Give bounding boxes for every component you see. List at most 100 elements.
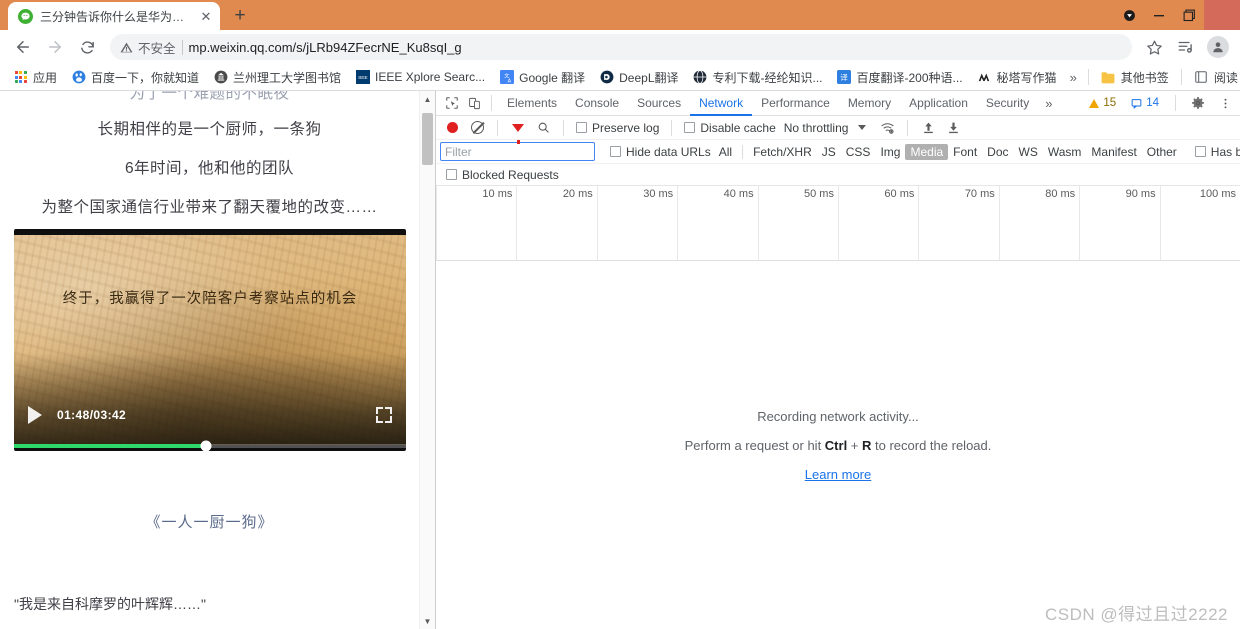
bookmark-apps[interactable]: 应用 bbox=[6, 66, 64, 89]
back-icon[interactable] bbox=[8, 32, 38, 62]
bookmark-metaso[interactable]: 秘塔写作猫 bbox=[970, 66, 1064, 89]
messages-count: 14 bbox=[1146, 97, 1159, 109]
blocked-requests-checkbox[interactable]: Blocked Requests bbox=[443, 168, 562, 182]
bookmark-label: 百度一下，你就知道 bbox=[91, 70, 200, 85]
ruler-tick: 90 ms bbox=[1079, 186, 1159, 260]
more-vertical-icon[interactable] bbox=[1214, 92, 1236, 114]
ruler-tick: 70 ms bbox=[918, 186, 998, 260]
reload-hint-pre: Perform a request or hit bbox=[684, 437, 825, 453]
web-page-content: 为了一个难题的不眠夜 长期相伴的是一个厨师，一条狗 6年时间，他和他的团队 为整… bbox=[0, 91, 419, 629]
tab-network[interactable]: Network bbox=[690, 91, 752, 116]
filter-type-ws[interactable]: WS bbox=[1014, 144, 1043, 160]
inspect-element-icon[interactable] bbox=[441, 92, 463, 114]
bookmark-google-translate[interactable]: 文A Google 翻译 bbox=[492, 66, 592, 89]
filter-type-font[interactable]: Font bbox=[948, 144, 982, 160]
disable-cache-checkbox[interactable]: Disable cache bbox=[681, 121, 778, 135]
scrollbar-thumb[interactable] bbox=[422, 113, 433, 165]
bookmark-star-icon[interactable] bbox=[1140, 33, 1168, 61]
filter-divider bbox=[742, 144, 744, 159]
browser-tab[interactable]: 三分钟告诉你什么是华为精神 ✕ bbox=[8, 2, 220, 30]
tab-application[interactable]: Application bbox=[900, 91, 977, 116]
video-progress-bar[interactable] bbox=[14, 440, 406, 451]
page-text-line-3: 为整个国家通信行业带来了翻天覆地的改变…… bbox=[41, 199, 378, 216]
bookmark-deepl[interactable]: DeepL翻译 bbox=[592, 66, 685, 89]
video-player[interactable]: 终于，我赢得了一次陪客户考察站点的机会 01:48/03:42 bbox=[14, 229, 406, 451]
gear-icon[interactable] bbox=[1187, 92, 1209, 114]
filter-type-media[interactable]: Media bbox=[905, 143, 949, 160]
record-icon[interactable] bbox=[441, 117, 463, 139]
reload-icon[interactable] bbox=[72, 32, 102, 62]
bookmarks-overflow-button[interactable]: » bbox=[1064, 67, 1083, 88]
fullscreen-icon[interactable] bbox=[376, 407, 392, 423]
filter-type-all[interactable]: All bbox=[714, 144, 737, 160]
scroll-down-arrow[interactable]: ▼ bbox=[420, 613, 435, 629]
has-blocked-cookies-checkbox[interactable]: Has blocked cooki bbox=[1192, 145, 1240, 159]
ruler-tick-label: 80 ms bbox=[1045, 188, 1076, 200]
throttling-select[interactable]: No throttling bbox=[782, 121, 849, 135]
bookmark-ieee[interactable]: IEEE IEEE Xplore Searc... bbox=[348, 67, 492, 88]
bookmark-library[interactable]: 兰州理工大学图书馆 bbox=[206, 66, 348, 89]
bookmark-label: 阅读 bbox=[1213, 70, 1238, 85]
filter-type-img[interactable]: Img bbox=[875, 144, 905, 160]
filter-type-css[interactable]: CSS bbox=[841, 144, 876, 160]
address-bar[interactable]: 不安全 mp.weixin.qq.com/s/jLRb94ZFecrNE_Ku8… bbox=[110, 34, 1132, 60]
media-list-icon[interactable] bbox=[1172, 33, 1200, 61]
reload-hint-post: to record the reload. bbox=[871, 437, 992, 453]
bookmark-label: 兰州理工大学图书馆 bbox=[233, 70, 342, 85]
profile-avatar[interactable] bbox=[1204, 33, 1232, 61]
filter-type-other[interactable]: Other bbox=[1142, 144, 1182, 160]
filter-input[interactable] bbox=[440, 142, 595, 161]
security-warning[interactable]: 不安全 bbox=[120, 38, 176, 57]
warnings-badge[interactable]: 15 bbox=[1084, 96, 1121, 110]
filter-type-doc[interactable]: Doc bbox=[982, 144, 1013, 160]
content-area: 为了一个难题的不眠夜 长期相伴的是一个厨师，一条狗 6年时间，他和他的团队 为整… bbox=[0, 91, 1240, 629]
chevron-down-icon[interactable] bbox=[851, 117, 873, 139]
filter-type-wasm[interactable]: Wasm bbox=[1043, 144, 1087, 160]
import-har-icon[interactable] bbox=[917, 117, 939, 139]
tab-sources[interactable]: Sources bbox=[628, 91, 690, 116]
export-har-icon[interactable] bbox=[942, 117, 964, 139]
bookmark-baidu-translate[interactable]: 译 百度翻译-200种语... bbox=[830, 66, 970, 89]
minimize-button[interactable] bbox=[1144, 0, 1174, 30]
maximize-button[interactable] bbox=[1174, 0, 1204, 30]
search-icon[interactable] bbox=[532, 117, 554, 139]
scroll-up-arrow[interactable]: ▲ bbox=[420, 91, 435, 107]
badge-icon[interactable] bbox=[1114, 0, 1144, 30]
browser-window: 三分钟告诉你什么是华为精神 ✕ + 不安全 mp.weixin.qq.com/s… bbox=[0, 0, 1240, 629]
play-icon[interactable] bbox=[28, 406, 42, 424]
page-scrollbar[interactable]: ▲ ▼ bbox=[419, 91, 435, 629]
close-icon[interactable]: ✕ bbox=[198, 8, 214, 24]
filter-type-manifest[interactable]: Manifest bbox=[1086, 144, 1141, 160]
messages-badge[interactable]: 14 bbox=[1126, 96, 1164, 110]
devtools-divider-2 bbox=[1175, 95, 1176, 111]
devtools-more-tabs-button[interactable]: » bbox=[1038, 96, 1059, 111]
bookmark-baidu[interactable]: 百度一下，你就知道 bbox=[64, 66, 206, 89]
bookmark-patent[interactable]: 专利下载-经纶知识... bbox=[686, 66, 830, 89]
tab-elements[interactable]: Elements bbox=[498, 91, 566, 116]
bookmark-reading-list[interactable]: 阅读 bbox=[1187, 66, 1240, 89]
new-tab-button[interactable]: + bbox=[226, 1, 254, 29]
tab-memory[interactable]: Memory bbox=[839, 91, 900, 116]
preserve-log-checkbox[interactable]: Preserve log bbox=[573, 121, 662, 135]
network-timeline-ruler[interactable]: 10 ms 20 ms 30 ms 40 ms 50 ms 60 ms 70 m… bbox=[436, 186, 1240, 261]
ruler-tick: 80 ms bbox=[998, 186, 1079, 260]
bookmark-label: 百度翻译-200种语... bbox=[856, 70, 963, 85]
device-toolbar-icon[interactable] bbox=[463, 92, 485, 114]
filter-funnel-icon[interactable] bbox=[507, 117, 529, 144]
filter-type-js[interactable]: JS bbox=[817, 144, 841, 160]
learn-more-link[interactable]: Learn more bbox=[805, 467, 871, 482]
hide-data-urls-checkbox[interactable]: Hide data URLs bbox=[607, 145, 714, 159]
tab-performance[interactable]: Performance bbox=[752, 91, 839, 116]
network-conditions-icon[interactable] bbox=[876, 117, 898, 139]
toolbar-divider-1 bbox=[497, 119, 498, 136]
filter-type-fetch-xhr[interactable]: Fetch/XHR bbox=[748, 144, 817, 160]
forward-icon[interactable] bbox=[40, 32, 70, 62]
tab-security[interactable]: Security bbox=[977, 91, 1038, 116]
window-close-button[interactable] bbox=[1204, 0, 1240, 30]
devtools-divider bbox=[491, 95, 492, 111]
bookmark-other-folder[interactable]: 其他书签 bbox=[1094, 66, 1176, 89]
clear-icon[interactable] bbox=[466, 117, 488, 139]
tab-console[interactable]: Console bbox=[566, 91, 628, 116]
video-progress-knob[interactable] bbox=[200, 440, 212, 451]
ruler-tick-label: 10 ms bbox=[482, 188, 513, 200]
